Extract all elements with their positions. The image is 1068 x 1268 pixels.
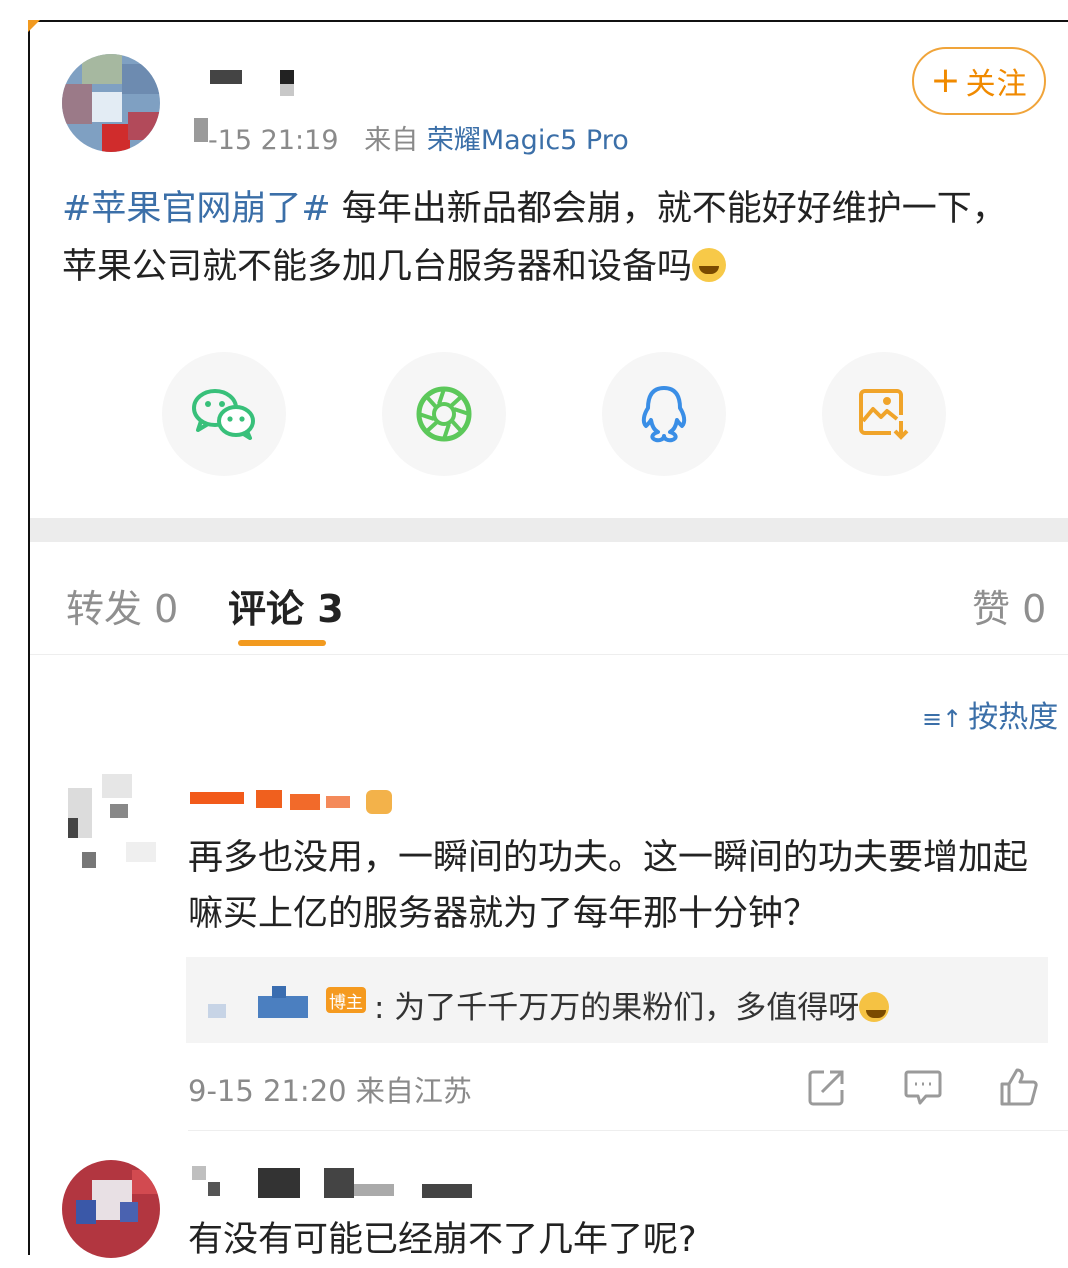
commenter-name-redacted[interactable] — [190, 790, 400, 816]
commenter-name-redacted[interactable] — [192, 1166, 474, 1200]
sort-by-hot-button[interactable]: ≡↑ 按热度 — [922, 692, 1058, 736]
reply-author-redacted[interactable] — [208, 986, 318, 1022]
follow-button[interactable]: + 关注 — [912, 47, 1046, 115]
comment-share-button[interactable] — [806, 1066, 850, 1110]
post-topic-link[interactable]: #苹果官网崩了# — [62, 189, 331, 229]
comment-divider — [188, 1130, 1068, 1131]
comment-time: 9-15 21:20 — [188, 1074, 347, 1108]
share-wechat-button[interactable] — [162, 352, 286, 476]
host-badge: 博主 — [326, 987, 366, 1013]
follow-label: 关注 — [965, 67, 1028, 102]
save-image-button[interactable] — [822, 352, 946, 476]
moments-icon — [416, 386, 472, 442]
sort-icon: ≡↑ — [922, 705, 963, 733]
tab-repost[interactable]: 转发 0 — [66, 578, 178, 633]
post-source[interactable]: 荣耀Magic5 Pro — [427, 125, 629, 156]
author-avatar[interactable] — [62, 54, 160, 152]
share-moments-button[interactable] — [382, 352, 506, 476]
share-row — [160, 352, 950, 476]
share-qq-button[interactable] — [602, 352, 726, 476]
tab-bottom-border — [30, 654, 1068, 655]
reply-content: : 为了千千万万的果粉们，多值得呀 — [374, 990, 860, 1026]
time-prefix-redacted — [194, 118, 208, 142]
comment-text: 有没有可能已经崩不了几年了呢? — [188, 1220, 697, 1260]
section-divider — [30, 518, 1068, 542]
tab-comments[interactable]: 评论 3 — [228, 578, 344, 633]
comment-location: 来自江苏 — [355, 1074, 472, 1108]
commenter-avatar[interactable] — [62, 774, 158, 872]
tab-likes[interactable]: 赞 0 — [972, 578, 1046, 633]
post-from-label: 来自 — [364, 125, 419, 156]
comment-icon — [904, 1070, 942, 1105]
qq-icon — [641, 386, 687, 443]
active-tab-indicator — [238, 640, 326, 646]
laughing-tears-emoji-icon — [692, 248, 727, 282]
wechat-icon — [192, 389, 255, 440]
comment-like-button[interactable] — [998, 1066, 1042, 1110]
thumbs-up-icon — [1000, 1068, 1038, 1106]
comment-reply-button[interactable] — [902, 1066, 946, 1110]
plus-icon: + — [930, 60, 962, 101]
comment-meta: 9-15 21:20 来自江苏 — [188, 1068, 472, 1110]
corner-mark — [28, 20, 40, 32]
sort-label: 按热度 — [968, 700, 1059, 735]
reply-text: : 为了千千万万的果粉们，多值得呀 — [374, 982, 890, 1027]
comment-text: 再多也没用，一瞬间的功夫。这一瞬间的功夫要增加起嘛买上亿的服务器就为了每年那十分… — [188, 838, 1029, 934]
save-image-icon — [859, 389, 909, 440]
post-time: -15 21:19 — [208, 125, 339, 156]
post-meta: -15 21:19 来自 荣耀Magic5 Pro — [208, 118, 629, 157]
commenter-avatar[interactable] — [62, 1160, 160, 1258]
post-content: #苹果官网崩了# 每年出新品都会崩，就不能好好维护一下，苹果公司就不能多加几台服… — [62, 180, 1032, 296]
cool-emoji-icon — [859, 992, 890, 1022]
share-icon — [808, 1070, 844, 1106]
author-name-redacted[interactable] — [210, 68, 294, 98]
